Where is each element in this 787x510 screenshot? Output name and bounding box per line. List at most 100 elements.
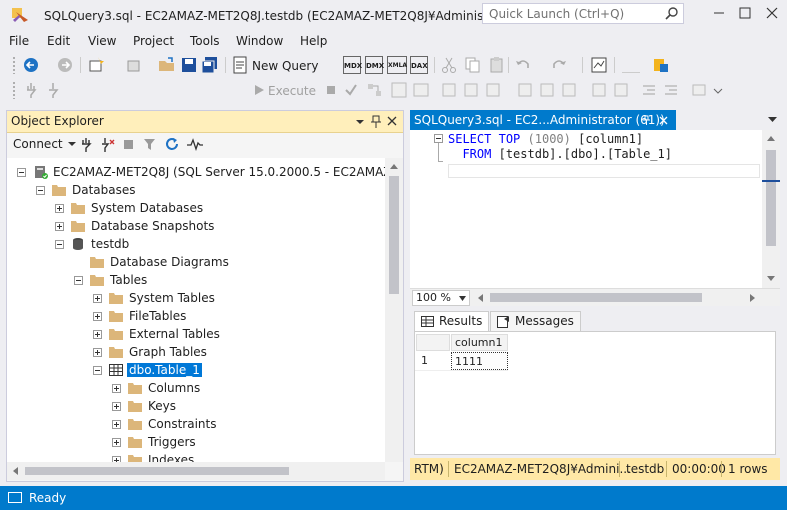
live-stats-icon[interactable] [462,81,480,99]
expand-icon[interactable] [55,222,64,231]
menu-project[interactable]: Project [133,34,174,48]
toolbar-grip[interactable] [12,56,16,74]
scroll-left-icon[interactable] [478,294,483,302]
minimize-icon[interactable] [712,6,726,20]
back-icon[interactable] [22,56,40,74]
scroll-down-icon[interactable] [767,276,775,282]
results-grid[interactable]: column1 1 1111 [414,331,776,455]
comment-icon[interactable] [590,81,608,99]
new-project-icon[interactable] [87,56,105,74]
find-combo[interactable] [622,57,640,73]
intellisense-icon[interactable] [412,81,430,99]
expand-icon[interactable] [112,384,121,393]
window-position-icon[interactable] [355,117,365,127]
undo-icon[interactable] [514,56,532,74]
paste-icon[interactable] [488,56,506,74]
activity-monitor-icon[interactable] [590,56,608,74]
scrollbar-thumb[interactable] [490,293,702,302]
mdx-query-button[interactable]: MDX [343,56,362,74]
document-list-icon[interactable] [768,116,777,123]
menu-edit[interactable]: Edit [47,34,70,48]
toolbar-grip[interactable] [12,81,16,99]
dax-query-button[interactable]: DAX [410,56,428,74]
copy-icon[interactable] [464,56,482,74]
menu-tools[interactable]: Tools [190,34,220,48]
connect-icon[interactable] [22,81,40,99]
grid-cell[interactable]: 1111 [451,352,508,370]
expand-icon[interactable] [93,294,102,303]
toolbar-overflow-icon[interactable] [712,81,724,99]
forward-icon[interactable] [56,56,74,74]
close-icon[interactable] [765,6,779,20]
stop-icon[interactable] [123,139,134,150]
dmx-query-button[interactable]: DMX [365,56,384,74]
client-stats-icon[interactable] [484,81,502,99]
refresh-icon[interactable] [165,137,180,152]
collapse-icon[interactable] [36,186,45,195]
scroll-up-icon[interactable] [390,163,398,169]
collapse-icon[interactable] [93,366,102,375]
menu-view[interactable]: View [88,34,116,48]
tree-vertical-scrollbar[interactable] [385,158,403,462]
collapse-icon[interactable] [17,168,26,177]
scroll-left-icon[interactable] [12,467,18,475]
code-collapse-toggle[interactable] [434,134,443,143]
stop-icon[interactable] [322,81,340,99]
menu-file[interactable]: File [9,34,29,48]
results-to-text-icon[interactable] [516,81,534,99]
collapse-icon[interactable] [74,276,83,285]
increase-indent-icon[interactable] [662,81,680,99]
expand-icon[interactable] [93,330,102,339]
maximize-icon[interactable] [738,6,752,20]
results-to-file-icon[interactable] [560,81,578,99]
expand-icon[interactable] [93,348,102,357]
change-connection-icon[interactable] [44,81,62,99]
tree-horizontal-scrollbar[interactable] [7,462,385,480]
expand-icon[interactable] [112,420,121,429]
expand-icon[interactable] [112,438,121,447]
editor-vertical-scrollbar[interactable] [762,130,780,288]
close-icon[interactable] [659,116,668,125]
specify-values-icon[interactable] [690,81,708,99]
zoom-combo[interactable]: 100 % [412,290,470,306]
pin-icon[interactable] [642,115,651,126]
tab-results[interactable]: Results [414,311,490,331]
quick-launch-input[interactable]: Quick Launch (Ctrl+Q) [482,3,684,24]
properties-icon[interactable] [652,56,670,74]
scroll-up-icon[interactable] [767,135,775,141]
pin-icon[interactable] [371,115,381,128]
connect-button[interactable]: Connect [13,137,77,153]
sql-editor[interactable]: SELECT TOP (1000) [column1] FROM [testdb… [410,130,780,288]
tab-messages[interactable]: Messages [490,311,581,331]
connect-object-explorer-icon[interactable] [79,137,93,153]
scroll-right-icon[interactable] [750,294,755,302]
uncomment-icon[interactable] [612,81,630,99]
filter-icon[interactable] [143,138,156,151]
include-actual-plan-icon[interactable] [440,81,458,99]
collapse-icon[interactable] [55,240,64,249]
results-to-grid-icon[interactable] [538,81,556,99]
scrollbar-thumb[interactable] [766,150,776,246]
query-designer-icon[interactable] [390,81,408,99]
menu-help[interactable]: Help [300,34,327,48]
expand-icon[interactable] [55,204,64,213]
activity-monitor-icon[interactable] [187,138,203,151]
redo-icon[interactable] [550,56,568,74]
parse-icon[interactable] [342,81,360,99]
expand-icon[interactable] [112,402,121,411]
cut-icon[interactable] [440,56,458,74]
decrease-indent-icon[interactable] [640,81,658,99]
display-plan-icon[interactable] [366,81,384,99]
column-header[interactable]: column1 [451,334,508,351]
menu-window[interactable]: Window [236,34,283,48]
open-file-icon[interactable] [158,56,176,74]
add-item-icon[interactable] [125,56,143,74]
scrollbar-thumb[interactable] [25,467,289,475]
save-all-icon[interactable] [201,56,219,74]
query-document-tab[interactable]: SQLQuery3.sql - EC2...Administrator (61)… [410,110,676,130]
scrollbar-thumb[interactable] [389,176,399,294]
disconnect-icon[interactable] [99,137,115,153]
close-icon[interactable] [387,116,397,126]
save-icon[interactable] [180,56,198,74]
expand-icon[interactable] [93,312,102,321]
